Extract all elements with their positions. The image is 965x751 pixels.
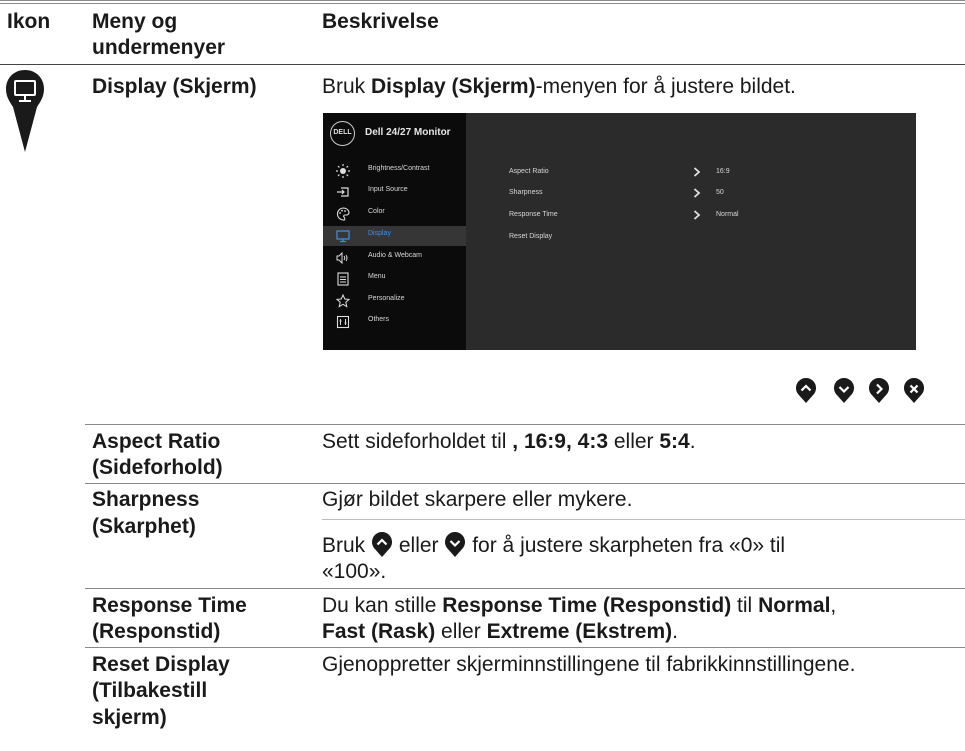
speaker-icon bbox=[336, 251, 348, 265]
osd-item-brightness-contrast[interactable]: Brightness/Contrast bbox=[323, 161, 466, 181]
response-description-2: Fast (Rask) eller Extreme (Ekstrem). bbox=[322, 620, 678, 643]
display-description: Bruk Display (Skjerm)-menyen for å juste… bbox=[322, 75, 796, 98]
row-rule-aspect bbox=[85, 424, 965, 425]
header-rule bbox=[0, 64, 965, 65]
reset-menu-label-1: Reset Display bbox=[92, 653, 230, 676]
sun-icon bbox=[336, 164, 350, 178]
aspect-menu-label-1: Aspect Ratio bbox=[92, 430, 221, 453]
close-button-icon bbox=[904, 378, 924, 403]
row-rule-reset bbox=[85, 647, 965, 648]
osd-setting-sharpness[interactable]: Sharpness bbox=[509, 189, 542, 196]
reset-description: Gjenoppretter skjerminnstillingene til f… bbox=[322, 653, 856, 676]
monitor-icon bbox=[336, 230, 350, 243]
down-button-icon bbox=[834, 378, 854, 403]
header-menu-col-line1: Meny og bbox=[92, 10, 178, 33]
menu-icon bbox=[337, 272, 349, 286]
osd-item-menu[interactable]: Menu bbox=[323, 269, 466, 289]
osd-value-aspect-ratio: 16:9 bbox=[716, 168, 730, 175]
header-menu-col-line2: undermenyer bbox=[92, 36, 226, 59]
display-pin-icon bbox=[5, 68, 45, 158]
sharpness-description-3: «100». bbox=[322, 560, 387, 583]
down-button-icon bbox=[445, 532, 466, 557]
reset-menu-label-3: skjerm) bbox=[92, 706, 167, 729]
osd-setting-response-time[interactable]: Response Time bbox=[509, 211, 558, 218]
input-source-icon bbox=[337, 187, 349, 197]
sharpness-description-1: Gjør bildet skarpere eller mykere. bbox=[322, 488, 633, 511]
response-menu-label-1: Response Time bbox=[92, 594, 247, 617]
others-icon bbox=[336, 315, 350, 329]
row-rule-response bbox=[85, 588, 965, 589]
osd-setting-reset-display[interactable]: Reset Display bbox=[509, 233, 552, 240]
table-top-rule bbox=[0, 0, 965, 1]
chevron-right-icon bbox=[693, 167, 701, 177]
osd-item-others[interactable]: Others bbox=[323, 312, 466, 332]
sharpness-menu-label-1: Sharpness bbox=[92, 488, 200, 511]
palette-icon bbox=[336, 207, 350, 221]
response-description-1: Du kan stille Response Time (Responstid)… bbox=[322, 594, 837, 617]
table-top-rule-2 bbox=[0, 3, 965, 4]
up-button-icon bbox=[372, 532, 393, 557]
aspect-menu-label-2: (Sideforhold) bbox=[92, 456, 223, 479]
star-icon bbox=[336, 294, 350, 308]
right-button-icon bbox=[869, 378, 889, 403]
osd-value-response-time: Normal bbox=[716, 211, 739, 218]
display-menu-label: Display (Skjerm) bbox=[92, 75, 257, 98]
row-rule-sharpness bbox=[85, 483, 965, 484]
dell-logo: DELL bbox=[330, 121, 355, 146]
reset-menu-label-2: (Tilbakestill bbox=[92, 679, 208, 702]
osd-item-color[interactable]: Color bbox=[323, 204, 466, 224]
sharpness-description-2: Bruk eller for å justere skarpheten fra … bbox=[322, 532, 786, 557]
osd-item-input-source[interactable]: Input Source bbox=[323, 182, 466, 202]
chevron-right-icon bbox=[693, 210, 701, 220]
osd-value-sharpness: 50 bbox=[716, 189, 724, 196]
header-icon-col: Ikon bbox=[7, 10, 51, 33]
response-menu-label-2: (Responstid) bbox=[92, 620, 221, 643]
aspect-description: Sett sideforholdet til , 16:9, 4:3 eller… bbox=[322, 430, 696, 453]
chevron-right-icon bbox=[693, 188, 701, 198]
sharpness-menu-label-2: (Skarphet) bbox=[92, 515, 196, 538]
osd-item-personalize[interactable]: Personalize bbox=[323, 291, 466, 311]
header-desc-col: Beskrivelse bbox=[322, 10, 439, 33]
osd-item-display[interactable]: Display bbox=[323, 226, 466, 246]
osd-title: Dell 24/27 Monitor bbox=[365, 127, 451, 138]
osd-item-audio-webcam[interactable]: Audio & Webcam bbox=[323, 248, 466, 268]
osd-menu-screenshot: DELL Dell 24/27 Monitor Brightness/Contr… bbox=[323, 113, 916, 350]
up-button-icon bbox=[796, 378, 816, 403]
osd-setting-aspect-ratio[interactable]: Aspect Ratio bbox=[509, 168, 549, 175]
sharpness-inner-rule bbox=[322, 519, 965, 520]
